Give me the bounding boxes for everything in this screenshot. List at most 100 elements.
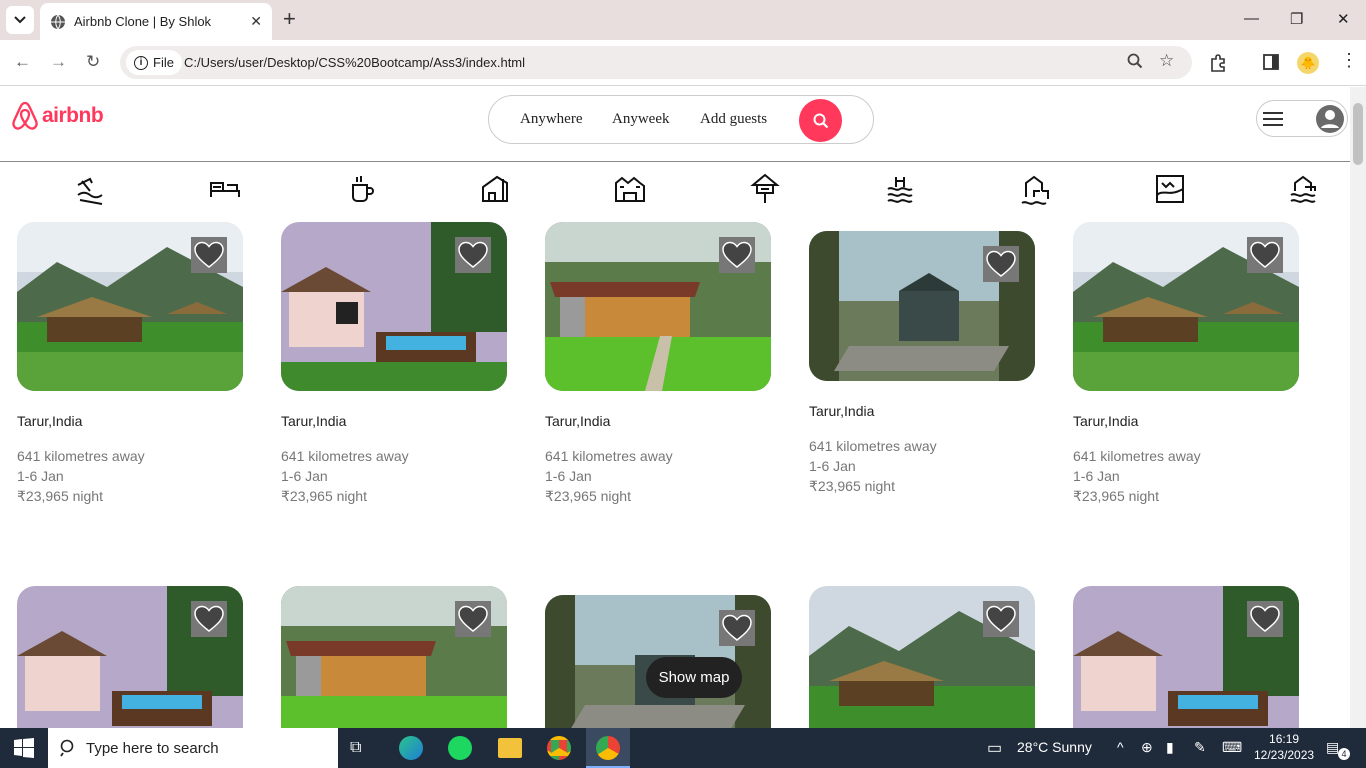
- scrollbar-thumb[interactable]: [1353, 103, 1363, 165]
- listing-card[interactable]: [17, 586, 243, 728]
- spotify-icon[interactable]: [448, 736, 472, 760]
- favorite-heart-button[interactable]: [1247, 601, 1283, 637]
- favorite-heart-button[interactable]: [983, 246, 1019, 282]
- bookmark-star-icon[interactable]: ☆: [1159, 51, 1174, 71]
- listing-card[interactable]: Tarur,India 641 kilometres away 1-6 Jan …: [1073, 222, 1299, 512]
- taskbar-search-box[interactable]: Type here to search: [48, 728, 338, 768]
- weather-icon[interactable]: ▭: [987, 738, 1002, 758]
- pen-icon[interactable]: ✎: [1194, 739, 1206, 756]
- side-panel-icon[interactable]: [1263, 54, 1279, 75]
- notification-count: 4: [1338, 748, 1350, 760]
- listing-card[interactable]: Tarur,India 641 kilometres away 1-6 Jan …: [809, 231, 1035, 511]
- coffee-icon[interactable]: [345, 173, 377, 205]
- farm-house-icon[interactable]: [614, 173, 646, 205]
- tab-search-button[interactable]: [6, 6, 34, 34]
- weather-text[interactable]: 28°C Sunny: [1017, 739, 1092, 755]
- extensions-icon[interactable]: [1209, 54, 1227, 77]
- zoom-icon[interactable]: [1127, 53, 1143, 73]
- listing-card[interactable]: [1073, 586, 1299, 728]
- profile-avatar-icon[interactable]: 🐥: [1297, 52, 1319, 74]
- listing-price: ₹23,965 night: [809, 478, 895, 494]
- show-map-button[interactable]: Show map: [646, 657, 742, 698]
- task-view-icon[interactable]: ⧉: [350, 739, 361, 757]
- address-bar[interactable]: i File C:/Users/user/Desktop/CSS%20Bootc…: [120, 46, 1192, 79]
- hamburger-icon: [1263, 112, 1283, 126]
- new-tab-button[interactable]: +: [283, 8, 296, 30]
- edge-browser-icon[interactable]: [399, 736, 423, 760]
- restore-button[interactable]: ❐: [1290, 10, 1303, 28]
- bed-icon[interactable]: [209, 173, 241, 205]
- taskbar-clock[interactable]: 16:19 12/23/2023: [1254, 731, 1314, 763]
- site-info-chip[interactable]: i File: [126, 50, 182, 75]
- listing-price: ₹23,965 night: [1073, 488, 1159, 504]
- minimize-button[interactable]: —: [1244, 10, 1259, 27]
- favorite-heart-button[interactable]: [1247, 237, 1283, 273]
- airbnb-logo[interactable]: airbnb: [12, 101, 104, 131]
- treehouse-icon[interactable]: [749, 173, 781, 205]
- close-icon[interactable]: ✕: [250, 13, 262, 30]
- listing-dates: 1-6 Jan: [545, 468, 592, 484]
- mansion-icon[interactable]: [1020, 173, 1052, 205]
- anywhere-button[interactable]: Anywhere: [520, 111, 582, 128]
- tab-title: Airbnb Clone | By Shlok: [74, 14, 212, 29]
- search-bar[interactable]: Anywhere Anyweek Add guests: [488, 95, 874, 144]
- logo-text: airbnb: [42, 104, 104, 127]
- favorite-heart-button[interactable]: [719, 237, 755, 273]
- favorite-heart-button[interactable]: [191, 237, 227, 273]
- listing-location: Tarur,India: [17, 413, 83, 429]
- anyweek-button[interactable]: Anyweek: [612, 111, 669, 128]
- house-icon[interactable]: [479, 173, 511, 205]
- favorite-heart-button[interactable]: [719, 610, 755, 646]
- countryside-icon[interactable]: [1154, 173, 1186, 205]
- site-header: airbnb Anywhere Anyweek Add guests: [0, 87, 1350, 162]
- battery-icon[interactable]: ▮: [1166, 739, 1174, 756]
- page-scrollbar[interactable]: [1350, 87, 1366, 728]
- add-guests-button[interactable]: Add guests: [700, 111, 767, 128]
- favorite-heart-button[interactable]: [983, 601, 1019, 637]
- kebab-menu-icon[interactable]: ⋮: [1340, 50, 1358, 71]
- favorite-heart-button[interactable]: [455, 601, 491, 637]
- search-button[interactable]: [799, 99, 842, 142]
- keyboard-icon[interactable]: ⌨: [1222, 739, 1242, 756]
- listing-card[interactable]: [281, 586, 507, 728]
- listing-distance: 641 kilometres away: [17, 448, 145, 464]
- browser-tab[interactable]: Airbnb Clone | By Shlok ✕: [40, 3, 272, 40]
- clock-time: 16:19: [1269, 732, 1300, 746]
- taskbar-search-placeholder: Type here to search: [86, 739, 219, 757]
- favorite-heart-button[interactable]: [455, 237, 491, 273]
- globe-icon: [51, 14, 65, 29]
- listing-distance: 641 kilometres away: [1073, 448, 1201, 464]
- forward-button[interactable]: →: [50, 52, 67, 72]
- file-explorer-icon[interactable]: [498, 738, 522, 758]
- listing-dates: 1-6 Jan: [809, 458, 856, 474]
- lake-icon[interactable]: [884, 173, 916, 205]
- window-close-button[interactable]: ✕: [1337, 10, 1350, 28]
- listing-card[interactable]: Tarur,India 641 kilometres away 1-6 Jan …: [17, 222, 243, 512]
- user-menu-button[interactable]: [1256, 100, 1348, 137]
- skyline-icon[interactable]: [1289, 173, 1321, 205]
- listing-card[interactable]: Tarur,India 641 kilometres away 1-6 Jan …: [281, 222, 507, 512]
- heart-icon: [458, 605, 488, 632]
- listing-dates: 1-6 Jan: [17, 468, 64, 484]
- info-icon: i: [134, 55, 148, 70]
- chrome-profile-taskbar-item[interactable]: [586, 728, 630, 768]
- reload-button[interactable]: ↻: [86, 52, 100, 72]
- network-globe-icon[interactable]: ⊕: [1141, 739, 1153, 756]
- listing-location: Tarur,India: [545, 413, 611, 429]
- listing-location: Tarur,India: [281, 413, 347, 429]
- heart-icon: [986, 605, 1016, 632]
- url-text[interactable]: C:/Users/user/Desktop/CSS%20Bootcamp/Ass…: [184, 55, 525, 70]
- tray-chevron-up-icon[interactable]: ^: [1117, 739, 1124, 755]
- favorite-heart-button[interactable]: [191, 601, 227, 637]
- listing-dates: 1-6 Jan: [1073, 468, 1120, 484]
- windows-start-icon[interactable]: [14, 738, 34, 758]
- heart-icon: [194, 241, 224, 268]
- listing-card[interactable]: Tarur,India 641 kilometres away 1-6 Jan …: [545, 222, 771, 512]
- clock-date: 12/23/2023: [1254, 748, 1315, 762]
- beach-icon[interactable]: [74, 173, 106, 205]
- windows-taskbar: Type here to search ⧉ ▭ 28°C Sunny ^ ⊕ ▮…: [0, 728, 1366, 768]
- heart-icon: [458, 241, 488, 268]
- back-button[interactable]: ←: [14, 52, 31, 72]
- listing-card[interactable]: [809, 586, 1035, 728]
- chrome-icon[interactable]: [547, 736, 571, 760]
